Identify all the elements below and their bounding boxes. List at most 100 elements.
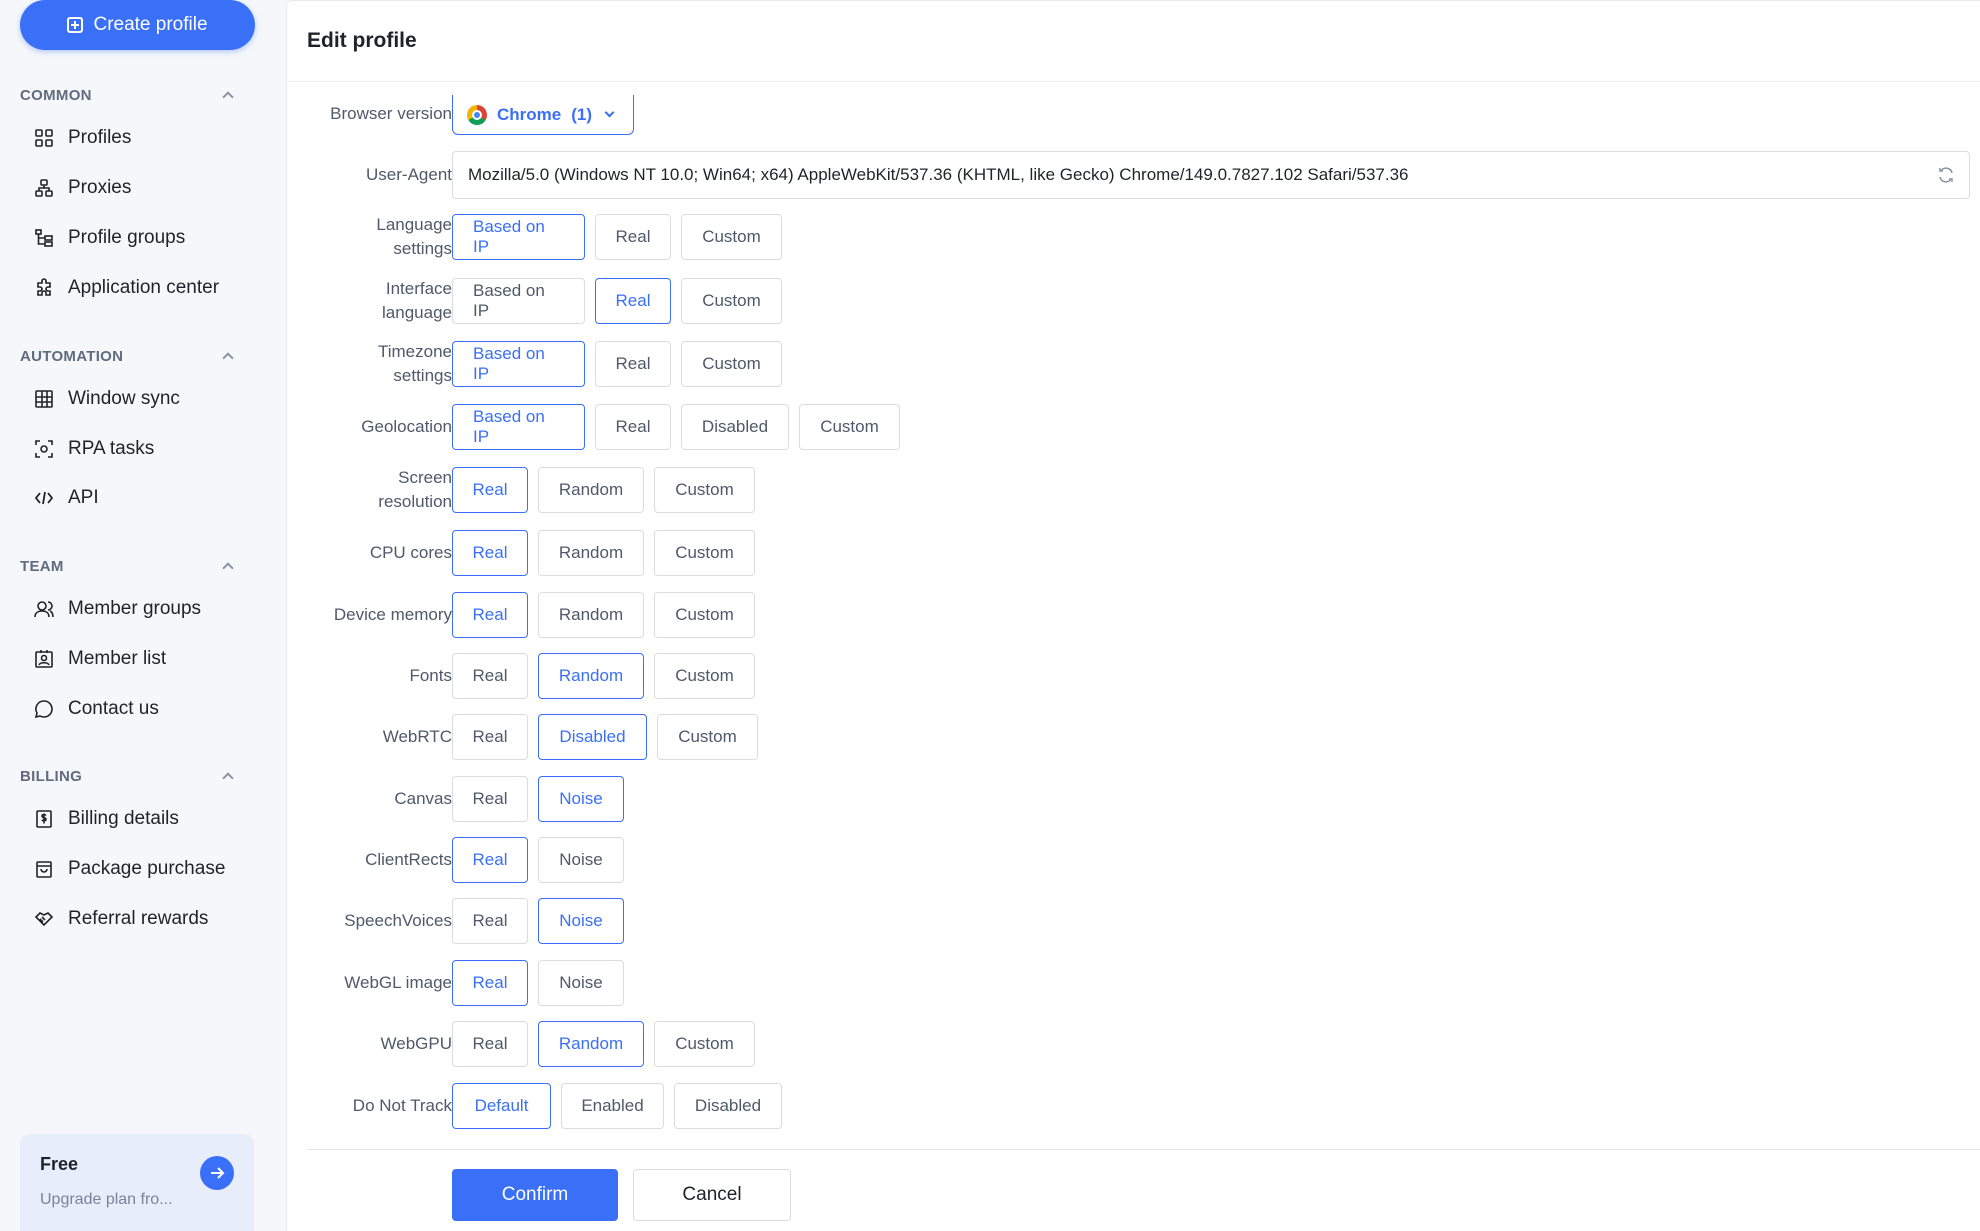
option-enabled[interactable]: Enabled <box>561 1083 664 1129</box>
option-real[interactable]: Real <box>452 653 528 699</box>
section-header-common[interactable]: COMMON <box>20 83 240 107</box>
chevron-up-icon <box>222 772 234 784</box>
label-line: Screen <box>398 468 452 487</box>
create-profile-button[interactable]: Create profile <box>20 0 255 50</box>
canvas-options: Real Noise <box>452 776 624 822</box>
device-memory-label: Device memory <box>333 605 452 624</box>
option-disabled[interactable]: Disabled <box>674 1083 782 1129</box>
option-random[interactable]: Random <box>538 592 644 638</box>
option-real[interactable]: Real <box>452 960 528 1006</box>
option-random[interactable]: Random <box>538 1021 644 1067</box>
upgrade-arrow-button[interactable] <box>200 1156 234 1190</box>
sidebar-item-label: RPA tasks <box>68 438 155 459</box>
sidebar-item-profile-groups[interactable]: Profile groups <box>20 217 240 259</box>
option-real[interactable]: Real <box>595 341 671 387</box>
option-custom[interactable]: Custom <box>654 592 755 638</box>
option-custom[interactable]: Custom <box>799 404 900 450</box>
sidebar-item-profiles[interactable]: Profiles <box>20 117 240 159</box>
option-real[interactable]: Real <box>452 776 528 822</box>
option-real[interactable]: Real <box>595 404 671 450</box>
option-real[interactable]: Real <box>452 530 528 576</box>
browser-version-select[interactable]: Chrome (1) <box>452 95 634 135</box>
tree-icon <box>35 229 53 247</box>
option-real[interactable]: Real <box>452 1021 528 1067</box>
plan-card[interactable]: Free Upgrade plan fro... <box>20 1134 254 1231</box>
users-icon <box>34 601 54 618</box>
section-title: TEAM <box>20 557 64 575</box>
option-noise[interactable]: Noise <box>538 837 624 883</box>
option-custom[interactable]: Custom <box>654 467 755 513</box>
sidebar-item-api[interactable]: API <box>20 477 240 519</box>
option-noise[interactable]: Noise <box>538 776 624 822</box>
option-real[interactable]: Real <box>452 714 528 760</box>
chevron-up-icon <box>222 91 234 103</box>
label-line: Interface <box>385 279 452 298</box>
option-random[interactable]: Random <box>538 530 644 576</box>
option-based-on-ip[interactable]: Based on IP <box>452 341 585 387</box>
section-header-automation[interactable]: AUTOMATION <box>20 344 240 368</box>
sidebar-item-member-groups[interactable]: Member groups <box>20 588 240 630</box>
option-based-on-ip[interactable]: Based on IP <box>452 214 585 260</box>
user-agent-label: User-Agent <box>366 165 452 184</box>
refresh-icon[interactable] <box>1937 166 1955 184</box>
language-settings-options: Based on IP Real Custom <box>452 214 782 260</box>
confirm-button[interactable]: Confirm <box>452 1169 618 1221</box>
clientrects-options: Real Noise <box>452 837 624 883</box>
webgpu-options: Real Random Custom <box>452 1021 755 1067</box>
sidebar-item-billing-details[interactable]: Billing details <box>20 798 240 840</box>
option-custom[interactable]: Custom <box>654 530 755 576</box>
label-line: Language <box>376 215 452 234</box>
option-custom[interactable]: Custom <box>654 653 755 699</box>
option-custom[interactable]: Custom <box>681 214 782 260</box>
option-custom[interactable]: Custom <box>654 1021 755 1067</box>
option-random[interactable]: Random <box>538 467 644 513</box>
section-title: COMMON <box>20 86 92 104</box>
section-header-team[interactable]: TEAM <box>20 554 240 578</box>
geolocation-label: Geolocation <box>361 417 452 436</box>
option-default[interactable]: Default <box>452 1083 551 1129</box>
option-noise[interactable]: Noise <box>538 960 624 1006</box>
sidebar-item-rpa-tasks[interactable]: RPA tasks <box>20 428 240 470</box>
sidebar-item-window-sync[interactable]: Window sync <box>20 378 240 420</box>
option-disabled[interactable]: Disabled <box>538 714 647 760</box>
option-custom[interactable]: Custom <box>681 341 782 387</box>
option-disabled[interactable]: Disabled <box>681 404 789 450</box>
sidebar-item-package-purchase[interactable]: Package purchase <box>20 848 240 890</box>
create-profile-label: Create profile <box>93 14 208 35</box>
option-random[interactable]: Random <box>538 653 644 699</box>
option-custom[interactable]: Custom <box>657 714 758 760</box>
section-header-billing[interactable]: BILLING <box>20 764 240 788</box>
user-agent-field[interactable]: Mozilla/5.0 (Windows NT 10.0; Win64; x64… <box>452 151 1970 199</box>
option-based-on-ip[interactable]: Based on IP <box>452 404 585 450</box>
fonts-label: Fonts <box>409 666 452 685</box>
id-card-icon <box>35 650 53 668</box>
option-real[interactable]: Real <box>452 467 528 513</box>
receipt-dollar-icon <box>36 810 52 828</box>
sidebar-item-referral-rewards[interactable]: Referral rewards <box>20 898 240 940</box>
option-custom[interactable]: Custom <box>681 278 782 324</box>
divider <box>287 81 1980 82</box>
interface-language-options: Based on IP Real Custom <box>452 278 782 324</box>
chevron-up-icon <box>222 352 234 364</box>
chevron-down-icon <box>604 107 615 118</box>
handshake-icon <box>34 912 54 927</box>
sidebar-item-label: Referral rewards <box>68 908 209 929</box>
sidebar-item-label: Profiles <box>68 127 132 148</box>
option-real[interactable]: Real <box>452 837 528 883</box>
option-noise[interactable]: Noise <box>538 898 624 944</box>
sidebar-item-contact-us[interactable]: Contact us <box>20 688 240 730</box>
do-not-track-options: Default Enabled Disabled <box>452 1083 782 1129</box>
option-real[interactable]: Real <box>595 214 671 260</box>
sidebar-item-proxies[interactable]: Proxies <box>20 167 240 209</box>
webgl-image-options: Real Noise <box>452 960 624 1006</box>
cancel-button[interactable]: Cancel <box>633 1169 791 1221</box>
speechvoices-options: Real Noise <box>452 898 624 944</box>
sidebar-item-application-center[interactable]: Application center <box>20 267 240 309</box>
option-real[interactable]: Real <box>452 592 528 638</box>
cpu-cores-options: Real Random Custom <box>452 530 755 576</box>
sidebar-item-member-list[interactable]: Member list <box>20 638 240 680</box>
option-real[interactable]: Real <box>595 278 671 324</box>
grid-icon <box>35 129 53 147</box>
option-real[interactable]: Real <box>452 898 528 944</box>
option-based-on-ip[interactable]: Based on IP <box>452 278 585 324</box>
